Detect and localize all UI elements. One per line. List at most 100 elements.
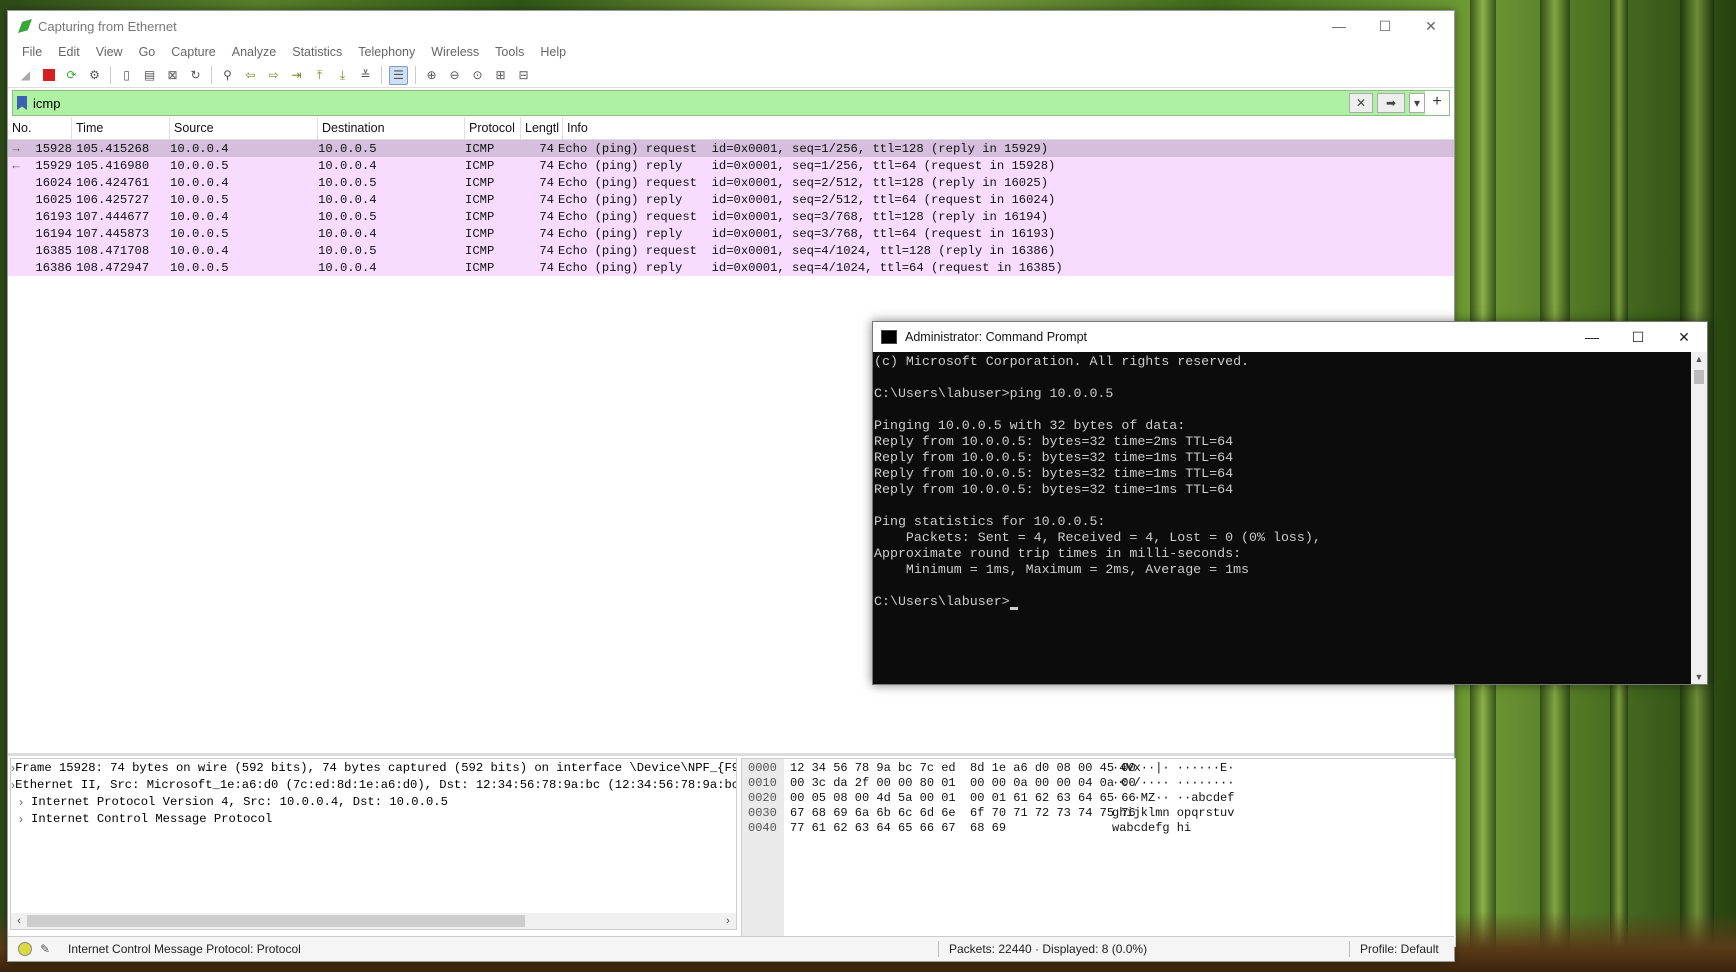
capture-comment-pencil-icon[interactable]: ✎ (40, 942, 54, 956)
packet-row[interactable]: 16385 108.471708 10.0.0.4 10.0.0.5 ICMP 74 Ech… (8, 242, 1454, 259)
add-filter-button-plus-icon[interactable]: + (1425, 91, 1449, 115)
capture-options-gear-icon[interactable]: ⚙ (86, 67, 103, 84)
cmd-console-output[interactable]: (c) Microsoft Corporation. All rights re… (873, 352, 1691, 684)
detail-tree-label: Internet Protocol Version 4, Src: 10.0.0… (31, 794, 448, 809)
autoscroll-icon[interactable]: ≚ (357, 67, 374, 84)
column-protocol[interactable]: Protocol (465, 117, 521, 139)
menu-help[interactable]: Help (532, 45, 574, 59)
menu-statistics[interactable]: Statistics (284, 45, 350, 59)
detail-tree-item[interactable]: › Internet Control Message Protocol (11, 810, 736, 827)
scroll-left-icon[interactable]: ‹ (11, 915, 27, 927)
hex-bytes[interactable]: 77 61 62 63 64 65 66 67 68 69 (790, 821, 1006, 836)
stop-capture-icon[interactable] (40, 67, 57, 84)
close-button[interactable]: ✕ (1408, 18, 1454, 35)
column-destination[interactable]: Destination (318, 117, 465, 139)
minimize-button[interactable]: — (1316, 18, 1362, 35)
zoom-out-icon[interactable]: ⊖ (446, 67, 463, 84)
clear-filter-icon[interactable]: ✕ (1349, 93, 1373, 113)
expand-chevron-icon[interactable]: › (11, 795, 31, 809)
column-no[interactable]: No. (8, 117, 72, 139)
find-packet-icon[interactable]: ⚲ (219, 67, 236, 84)
bookmark-icon[interactable] (17, 96, 27, 110)
scroll-thumb[interactable] (27, 915, 525, 927)
column-time[interactable]: Time (72, 117, 170, 139)
reload-file-icon[interactable]: ↻ (187, 67, 204, 84)
hex-ascii[interactable]: wabcdefg hi (1112, 821, 1191, 836)
menu-tools[interactable]: Tools (487, 45, 532, 59)
menu-view[interactable]: View (88, 45, 131, 59)
detail-tree-item[interactable]: › Internet Protocol Version 4, Src: 10.0.… (11, 793, 736, 810)
restart-capture-icon[interactable]: ⟳ (63, 67, 80, 84)
packet-row[interactable]: 16024 106.424761 10.0.0.4 10.0.0.5 ICMP 74 Ech… (8, 174, 1454, 191)
packet-row[interactable]: ← 15929 105.416980 10.0.0.5 10.0.0.4 ICMP 74 Ec… (8, 157, 1454, 174)
status-profile[interactable]: Profile: Default (1360, 942, 1439, 956)
hex-ascii[interactable]: ·<·/···· ········ (1112, 776, 1234, 791)
maximize-button[interactable]: ☐ (1362, 18, 1408, 35)
close-file-icon[interactable]: ⊠ (164, 67, 181, 84)
start-capture-fin-icon[interactable]: ◢ (17, 67, 34, 84)
last-packet-icon[interactable]: ⤓ (334, 67, 351, 84)
packet-info: Echo (ping) request id=0x0001, seq=2/512… (558, 175, 1049, 190)
go-to-packet-icon[interactable]: ⇥ (288, 67, 305, 84)
hex-offset[interactable]: 0010 (748, 776, 777, 791)
expert-info-led-icon[interactable] (18, 942, 32, 956)
packet-list: No. Time Source Destination Protocol Len… (8, 117, 1454, 276)
save-file-icon[interactable]: ▤ (141, 67, 158, 84)
layout-panes-icon[interactable]: ⊟ (515, 67, 532, 84)
hex-ascii[interactable]: ·4Vx··|· ······E· (1112, 761, 1234, 776)
colorize-list-icon[interactable]: ☰ (389, 65, 408, 85)
title-bar[interactable]: Capturing from Ethernet — ☐ ✕ (8, 11, 1454, 41)
filter-history-chevron-down-icon[interactable]: ▾ (1409, 93, 1425, 113)
display-filter-input[interactable]: icmp (33, 96, 1345, 111)
cmd-minimize-button[interactable]: — (1569, 329, 1615, 346)
packet-row[interactable]: 16386 108.472947 10.0.0.5 10.0.0.4 ICMP 74 Ech… (8, 259, 1454, 276)
menu-analyze[interactable]: Analyze (224, 45, 284, 59)
packet-row[interactable]: 16193 107.444677 10.0.0.4 10.0.0.5 ICMP 74 Ech… (8, 208, 1454, 225)
column-info[interactable]: Info (563, 117, 1454, 139)
hex-offset[interactable]: 0040 (748, 821, 777, 836)
cmd-scroll-thumb[interactable] (1694, 370, 1704, 384)
apply-filter-arrow-icon[interactable]: ➡ (1377, 93, 1405, 113)
expand-chevron-icon[interactable]: › (11, 812, 31, 826)
hex-offset[interactable]: 0030 (748, 806, 777, 821)
hex-offset[interactable]: 0020 (748, 791, 777, 806)
hex-bytes[interactable]: 00 05 08 00 4d 5a 00 01 00 01 61 62 63 6… (790, 791, 1136, 806)
packet-row[interactable]: → 15928 105.415268 10.0.0.4 10.0.0.5 ICMP 74 Ec… (8, 140, 1454, 157)
column-source[interactable]: Source (170, 117, 318, 139)
packet-destination: 10.0.0.5 (318, 141, 377, 156)
menu-telephony[interactable]: Telephony (350, 45, 423, 59)
menu-go[interactable]: Go (131, 45, 164, 59)
scroll-right-icon[interactable]: › (720, 915, 736, 927)
detail-tree-item[interactable]: › Frame 15928: 74 bytes on wire (592 bits… (11, 759, 736, 776)
cmd-maximize-button[interactable]: ☐ (1615, 329, 1661, 346)
resize-columns-icon[interactable]: ⊞ (492, 67, 509, 84)
cmd-vertical-scrollbar[interactable]: ▲ ▼ (1691, 352, 1707, 684)
column-length[interactable]: Lengtl (521, 117, 563, 139)
first-packet-icon[interactable]: ⤒ (311, 67, 328, 84)
open-file-icon[interactable]: ▯ (118, 67, 135, 84)
hex-ascii[interactable]: ····MZ·· ··abcdef (1112, 791, 1234, 806)
zoom-in-icon[interactable]: ⊕ (423, 67, 440, 84)
detail-tree-item[interactable]: › Ethernet II, Src: Microsoft_1e:a6:d0 (7… (11, 776, 736, 793)
menu-edit[interactable]: Edit (50, 45, 88, 59)
menu-capture[interactable]: Capture (163, 45, 223, 59)
details-horizontal-scrollbar[interactable]: ‹ › (11, 913, 736, 929)
scroll-up-icon[interactable]: ▲ (1691, 354, 1707, 364)
packet-row[interactable]: 16194 107.445873 10.0.0.5 10.0.0.4 ICMP 74 Ech… (8, 225, 1454, 242)
hex-bytes[interactable]: 00 3c da 2f 00 00 80 01 00 00 0a 00 00 0… (790, 776, 1136, 791)
cmd-close-button[interactable]: ✕ (1661, 329, 1707, 346)
hex-bytes[interactable]: 12 34 56 78 9a bc 7c ed 8d 1e a6 d0 08 0… (790, 761, 1136, 776)
go-forward-arrow-icon[interactable]: ⇨ (265, 67, 282, 84)
scroll-down-icon[interactable]: ▼ (1691, 672, 1707, 682)
pane-splitter[interactable] (8, 753, 1454, 756)
hex-ascii[interactable]: ghijklmn opqrstuv (1112, 806, 1234, 821)
menu-file[interactable]: File (14, 45, 50, 59)
menu-wireless[interactable]: Wireless (423, 45, 487, 59)
hex-bytes[interactable]: 67 68 69 6a 6b 6c 6d 6e 6f 70 71 72 73 7… (790, 806, 1136, 821)
hex-offset[interactable]: 0000 (748, 761, 777, 776)
packet-time: 106.425727 (76, 192, 150, 207)
packet-row[interactable]: 16025 106.425727 10.0.0.5 10.0.0.4 ICMP 74 Ech… (8, 191, 1454, 208)
go-back-arrow-icon[interactable]: ⇦ (242, 67, 259, 84)
cmd-title-bar[interactable]: Administrator: Command Prompt — ☐ ✕ (873, 322, 1707, 352)
normal-size-icon[interactable]: ⊙ (469, 67, 486, 84)
